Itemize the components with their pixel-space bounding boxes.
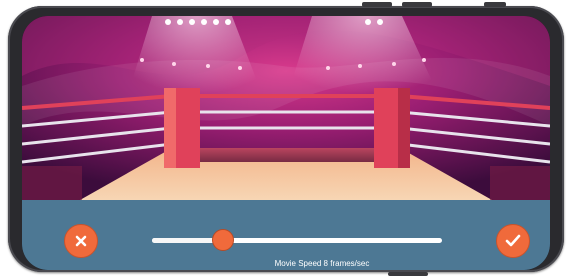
- boxing-ring-scene: [22, 16, 550, 200]
- phone-screen: Movie Speed 8 frames/sec: [22, 16, 550, 270]
- player-controls: Movie Speed 8 frames/sec: [22, 200, 550, 270]
- power-button: [484, 2, 506, 7]
- confirm-button[interactable]: [496, 224, 530, 258]
- speed-slider-thumb[interactable]: [211, 229, 234, 251]
- cancel-button[interactable]: [64, 224, 98, 258]
- speed-slider-track[interactable]: [152, 238, 442, 243]
- side-button: [388, 272, 428, 276]
- close-icon: [75, 235, 87, 247]
- speed-label: Movie Speed 8 frames/sec: [274, 259, 370, 268]
- volume-down-button: [402, 2, 432, 7]
- checkmark-icon: [505, 234, 521, 247]
- volume-up-button: [362, 2, 392, 7]
